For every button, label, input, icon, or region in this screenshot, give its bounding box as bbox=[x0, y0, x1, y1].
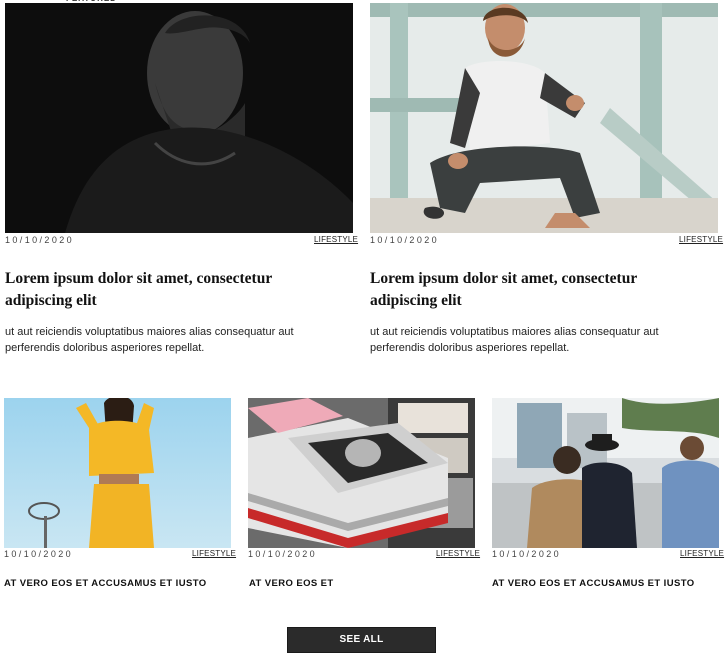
featured-card-1-excerpt: ut aut reiciendis voluptatibus maiores a… bbox=[5, 326, 294, 354]
woman-yellow-outfit-photo bbox=[4, 398, 231, 548]
featured-card-2-excerpt: ut aut reiciendis voluptatibus maiores a… bbox=[370, 326, 659, 354]
small-card-3-date: 10/10/2020 bbox=[492, 549, 562, 559]
small-card-3-title[interactable]: AT VERO EOS ET ACCUSAMUS ET IUSTO bbox=[492, 578, 695, 589]
featured-card-2-image[interactable] bbox=[370, 3, 718, 233]
featured-card-2-title[interactable]: Lorem ipsum dolor sit amet, consectetur … bbox=[370, 268, 670, 312]
magazines-stack-photo bbox=[248, 398, 475, 548]
men-walking-street-photo bbox=[492, 398, 719, 548]
small-card-1-image[interactable] bbox=[4, 398, 231, 548]
man-sitting-photo bbox=[370, 3, 718, 233]
small-card-1-title[interactable]: AT VERO EOS ET ACCUSAMUS ET IUSTO bbox=[4, 578, 207, 589]
featured-card-2-category-link[interactable]: LIFESTYLE bbox=[679, 235, 723, 244]
small-card-1-category-link[interactable]: LIFESTYLE bbox=[192, 549, 236, 558]
small-card-2-image[interactable] bbox=[248, 398, 475, 548]
small-card-2-category-link[interactable]: LIFESTYLE bbox=[436, 549, 480, 558]
featured-card-2-date: 10/10/2020 bbox=[370, 235, 440, 245]
small-card-3-category-link[interactable]: LIFESTYLE bbox=[680, 549, 724, 558]
small-card-3-image[interactable] bbox=[492, 398, 719, 548]
featured-card-1-date: 10/10/2020 bbox=[5, 235, 75, 245]
see-all-button[interactable]: SEE ALL bbox=[287, 627, 436, 653]
small-card-2-date: 10/10/2020 bbox=[248, 549, 318, 559]
featured-card-1-category-link[interactable]: LIFESTYLE bbox=[314, 235, 358, 244]
small-card-2-title[interactable]: AT VERO EOS ET bbox=[249, 578, 334, 589]
featured-card-1-title[interactable]: Lorem ipsum dolor sit amet, consectetur … bbox=[5, 268, 305, 312]
featured-card-1-image[interactable] bbox=[5, 3, 353, 233]
man-portrait-photo bbox=[5, 3, 353, 233]
small-card-1-date: 10/10/2020 bbox=[4, 549, 74, 559]
